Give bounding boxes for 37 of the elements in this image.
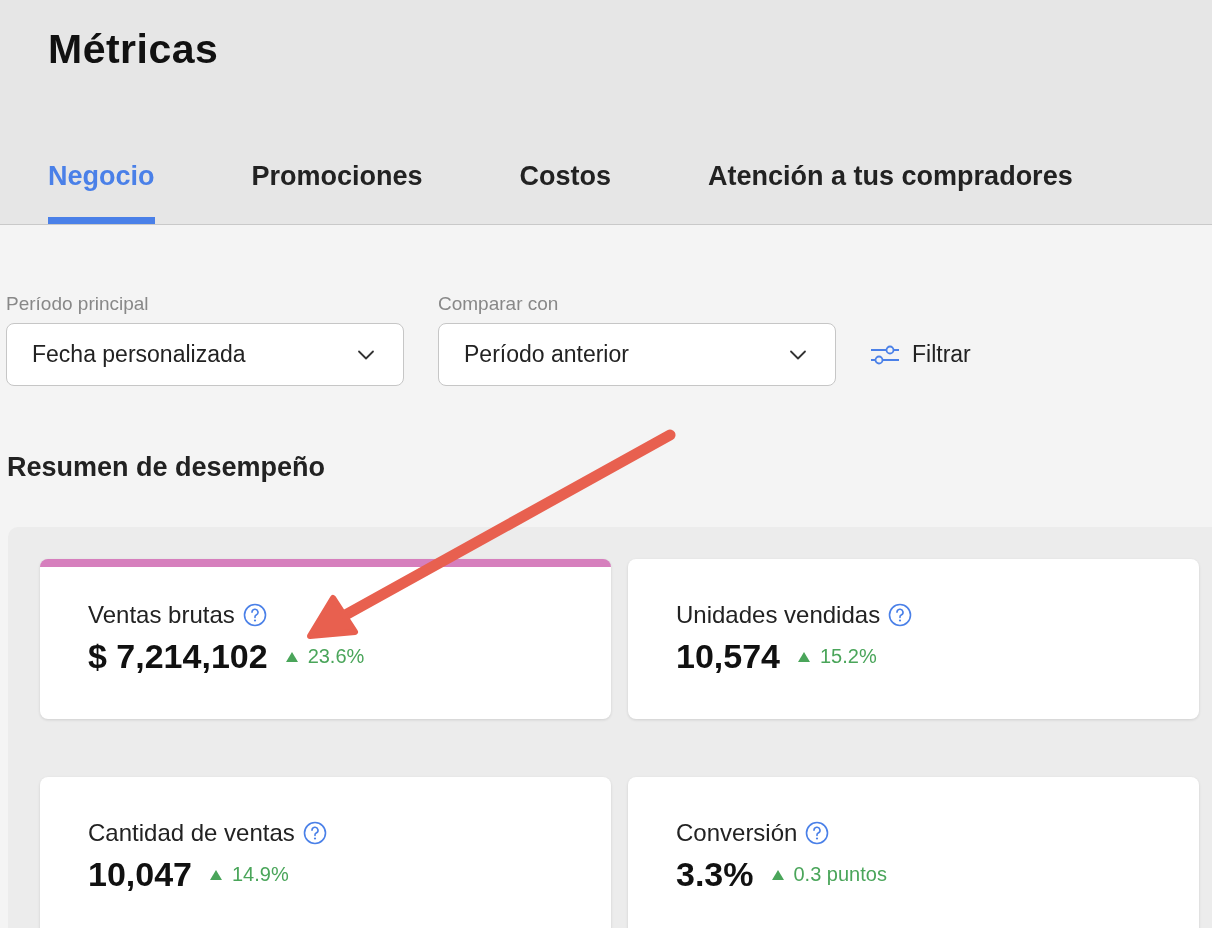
metric-value: 10,047 xyxy=(88,855,192,894)
help-icon[interactable] xyxy=(242,603,267,627)
metric-card[interactable]: Ventas brutas $ 7,214,102 23.6% xyxy=(40,559,611,719)
metric-value: 10,574 xyxy=(676,637,780,676)
metric-value: 3.3% xyxy=(676,855,754,894)
field-label: Período principal xyxy=(6,293,150,315)
chevron-down-icon xyxy=(357,349,375,360)
metric-card[interactable]: Cantidad de ventas 10,047 14.9% xyxy=(40,777,611,928)
sliders-icon xyxy=(870,343,900,366)
chevron-down-icon xyxy=(789,349,807,360)
tab[interactable]: Costos xyxy=(519,161,612,224)
metric-label: Cantidad de ventas xyxy=(88,819,295,847)
up-triangle-icon xyxy=(798,651,810,662)
metric-card[interactable]: Conversión 3.3% 0.3 puntos xyxy=(628,777,1199,928)
tab[interactable]: Promociones xyxy=(251,161,423,224)
field-label: Comparar con xyxy=(438,293,560,315)
section-title: Resumen de desempeño xyxy=(7,452,327,483)
help-icon[interactable] xyxy=(888,603,913,627)
metric-value: $ 7,214,102 xyxy=(88,637,268,676)
metric-change: 0.3 puntos xyxy=(793,863,887,886)
page-title: Métricas xyxy=(48,26,220,73)
metric-label: Ventas brutas xyxy=(88,601,235,629)
metric-change: 14.9% xyxy=(232,863,289,886)
filter-button[interactable]: Filtrar xyxy=(870,323,971,386)
tab[interactable]: Atención a tus compradores xyxy=(708,161,1073,224)
metric-label: Conversión xyxy=(676,819,798,847)
help-icon[interactable] xyxy=(805,821,830,845)
metric-change: 23.6% xyxy=(307,645,365,668)
up-triangle-icon xyxy=(285,651,298,662)
dropdown[interactable]: Fecha personalizada xyxy=(6,323,404,386)
metric-change: 15.2% xyxy=(820,645,877,668)
up-triangle-icon xyxy=(210,869,222,880)
dropdown[interactable]: Período anterior xyxy=(438,323,836,386)
metric-label: Unidades vendidas xyxy=(676,601,881,629)
up-triangle-icon xyxy=(771,869,784,880)
metric-card[interactable]: Unidades vendidas 10,574 15.2% xyxy=(628,559,1199,719)
help-icon[interactable] xyxy=(302,821,327,845)
